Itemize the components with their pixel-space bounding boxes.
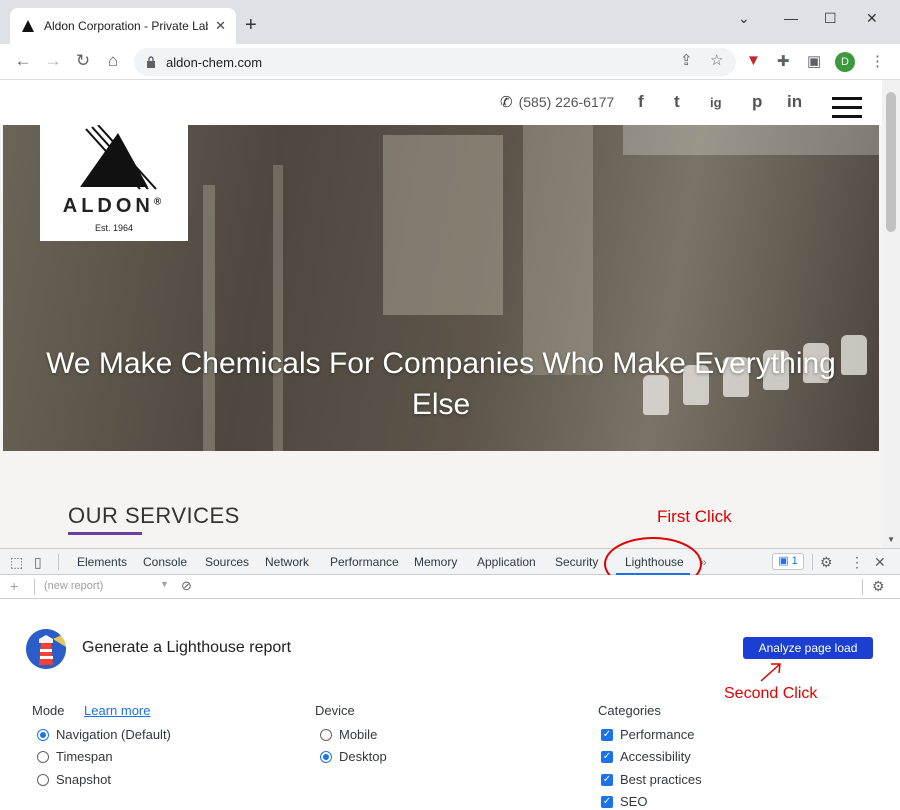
issues-badge[interactable]: ▣ 1 [772,553,804,570]
hero-headline-line1: We Make Chemicals For Companies Who Make… [46,347,836,380]
lighthouse-settings-icon[interactable]: ⚙ [872,578,885,595]
window-close-icon[interactable]: ✕ [866,10,878,27]
device-label: Device [315,703,355,718]
page-scrollbar[interactable] [882,80,900,548]
lighthouse-logo-icon [26,629,66,669]
minimize-icon[interactable]: — [784,10,798,26]
services-underline [68,532,142,535]
mode-label: Mode [32,703,65,718]
services-heading: OUR SERVICES [68,503,240,528]
mode-snapshot-radio[interactable] [37,773,49,786]
hero-headline: We Make Chemicals For Companies Who Make… [3,343,879,425]
mode-snapshot-option[interactable]: Snapshot [37,772,111,787]
address-bar[interactable]: aldon-chem.com [134,48,736,76]
browser-tab[interactable]: Aldon Corporation - Private Labe ✕ [10,8,236,44]
aldon-favicon-icon [22,20,34,32]
mode-timespan-radio[interactable] [37,750,49,763]
new-tab-button[interactable]: + [245,14,257,37]
category-best-practices-checkbox[interactable]: ✓ [601,773,613,786]
tab-security[interactable]: Security [555,555,598,569]
mode-timespan-option[interactable]: Timespan [37,749,113,764]
lighthouse-report-bar: + (new report) ▼ ⊘ ⚙ [0,575,900,599]
profile-avatar[interactable]: D [835,52,855,72]
device-desktop-option[interactable]: Desktop [320,749,387,764]
report-dropdown-icon[interactable]: ▼ [160,579,169,589]
aldon-logo[interactable]: ALDON® Est. 1964 [40,125,188,241]
devtools-close-icon[interactable]: ✕ [874,554,886,571]
device-mobile-radio[interactable] [320,728,332,741]
maximize-icon[interactable]: ☐ [824,10,837,27]
first-click-annotation: First Click [657,507,732,526]
inspect-element-icon[interactable]: ⬚ [10,554,23,571]
extensions-puzzle-icon[interactable]: ✚ [777,52,790,70]
phone-link[interactable]: ✆ (585) 226-6177 [500,93,614,111]
home-icon[interactable]: ⌂ [102,51,124,71]
mode-navigation-radio[interactable] [37,728,49,741]
tab-performance[interactable]: Performance [330,555,399,569]
category-performance-option[interactable]: ✓ Performance [601,727,694,742]
category-accessibility-checkbox[interactable]: ✓ [601,750,613,763]
browser-toolbar: ← → ↻ ⌂ aldon-chem.com ⇪ ☆ ▼ ✚ ▣ D ⋮ [0,44,900,80]
pinterest-icon[interactable]: p [752,92,762,112]
clear-report-icon[interactable]: ⊘ [181,578,192,594]
mode-navigation-option[interactable]: Navigation (Default) [37,727,171,742]
second-click-annotation: Second Click [724,685,818,702]
logo-established: Est. 1964 [94,223,134,233]
phone-icon: ✆ [500,94,513,111]
category-accessibility-option[interactable]: ✓ Accessibility [601,749,691,764]
aldon-triangle-icon [80,125,157,190]
tab-memory[interactable]: Memory [414,555,457,569]
second-click-arrow-icon [760,663,781,682]
tab-application[interactable]: Application [477,555,536,569]
menu-kebab-icon[interactable]: ⋮ [870,52,885,70]
logo-wordmark: ALDON® [62,195,166,217]
tab-title: Aldon Corporation - Private Labe [44,19,208,33]
forward-icon[interactable]: → [42,51,64,71]
scroll-down-arrow-icon[interactable]: ▼ [887,535,895,544]
category-performance-checkbox[interactable]: ✓ [601,728,613,741]
hamburger-menu-icon[interactable] [832,97,862,124]
categories-label: Categories [598,703,661,718]
lighthouse-title: Generate a Lighthouse report [82,639,292,656]
device-mobile-option[interactable]: Mobile [320,727,377,742]
browser-tabstrip: Aldon Corporation - Private Labe ✕ + ⌄ —… [0,0,900,44]
hero-headline-line2: Else [411,388,471,421]
settings-gear-icon[interactable]: ⚙ [820,554,833,571]
devtools-tabbar: ⬚ ▯ Elements Console Sources Network Per… [0,548,900,575]
back-icon[interactable]: ← [12,51,34,71]
tab-elements[interactable]: Elements [77,555,127,569]
page-scroll-thumb[interactable] [886,92,896,232]
facebook-icon[interactable]: f [638,92,644,112]
learn-more-link[interactable]: Learn more [84,703,150,718]
analyze-page-load-button[interactable]: Analyze page load [743,637,873,659]
category-seo-option[interactable]: ✓ SEO [601,794,647,809]
page-viewport: ✆ (585) 226-6177 f t ig p in We Make Che… [0,80,900,548]
lighthouse-panel: Generate a Lighthouse report Analyze pag… [0,599,900,810]
device-toolbar-icon[interactable]: ▯ [34,554,42,571]
url-text: aldon-chem.com [166,54,263,70]
linkedin-icon[interactable]: in [787,92,802,112]
device-desktop-radio[interactable] [320,750,332,763]
new-report-icon[interactable]: + [10,578,18,594]
tab-close-icon[interactable]: ✕ [215,18,226,34]
share-icon[interactable]: ⇪ [680,51,693,69]
bookmark-star-icon[interactable]: ☆ [710,51,723,69]
category-seo-checkbox[interactable]: ✓ [601,795,613,808]
tab-console[interactable]: Console [143,555,187,569]
site-header: ✆ (585) 226-6177 f t ig p in [0,80,882,125]
category-best-practices-option[interactable]: ✓ Best practices [601,772,702,787]
reload-icon[interactable]: ↻ [72,51,94,71]
report-select[interactable]: (new report) [44,580,103,592]
tab-network[interactable]: Network [265,555,309,569]
side-panel-icon[interactable]: ▣ [807,52,821,70]
tab-search-icon[interactable]: ⌄ [738,10,750,27]
tab-sources[interactable]: Sources [205,555,249,569]
lock-icon [147,56,155,68]
phone-number: (585) 226-6177 [518,94,615,110]
instagram-icon[interactable]: ig [710,95,722,110]
twitter-icon[interactable]: t [674,92,680,112]
devtools-menu-icon[interactable]: ⋮ [850,554,864,571]
extension-shield-icon[interactable]: ▼ [746,52,761,69]
